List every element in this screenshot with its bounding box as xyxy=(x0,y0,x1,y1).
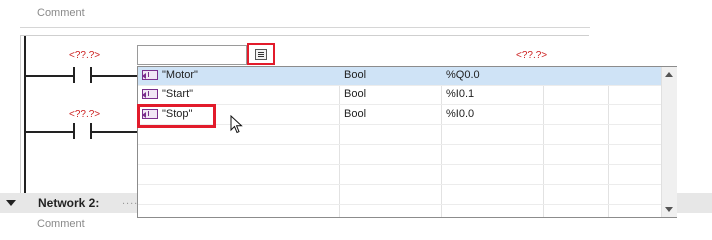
tag-row-start[interactable]: "Start" Bool %I0.1 xyxy=(138,86,662,104)
network1-comment[interactable]: Comment xyxy=(37,7,85,19)
contact1-address[interactable]: <??.?> xyxy=(69,50,100,61)
tag-list-button[interactable] xyxy=(247,43,275,65)
tag-icon xyxy=(142,70,158,80)
tag-type: Bool xyxy=(344,108,367,120)
comment-divider xyxy=(20,27,590,28)
operand-input[interactable] xyxy=(137,45,247,65)
row-divider xyxy=(138,164,662,165)
row-divider xyxy=(138,124,662,125)
tag-dropdown-list[interactable]: "Motor" Bool %Q0.0 "Start" Bool %I0.1 "S… xyxy=(137,66,677,218)
contact2-left-bar[interactable] xyxy=(73,123,75,139)
rung1-wire-right xyxy=(92,75,138,77)
coil-address[interactable]: <??.?> xyxy=(516,50,547,61)
row-divider xyxy=(138,184,662,185)
row-divider xyxy=(138,204,662,205)
tag-address: %Q0.0 xyxy=(446,69,480,81)
tag-type: Bool xyxy=(344,88,367,100)
network2-title: Network 2: xyxy=(38,196,100,210)
tag-address: %I0.0 xyxy=(446,108,475,120)
rung2-wire xyxy=(25,131,73,133)
vertical-scrollbar[interactable] xyxy=(661,67,677,217)
contact1-left-bar[interactable] xyxy=(73,67,75,83)
tag-name: "Motor" xyxy=(162,69,198,81)
contact2-address[interactable]: <??.?> xyxy=(69,109,100,120)
stop-tag-highlight xyxy=(137,104,216,128)
collapse-triangle-icon[interactable] xyxy=(6,200,16,206)
tag-row-motor[interactable]: "Motor" Bool %Q0.0 xyxy=(138,67,662,85)
scroll-up-icon[interactable] xyxy=(665,72,673,77)
tag-name: "Start" xyxy=(162,88,194,100)
mouse-cursor-icon xyxy=(230,115,243,134)
tag-type: Bool xyxy=(344,69,367,81)
row-divider xyxy=(138,104,662,105)
rung1-wire xyxy=(25,75,73,77)
scroll-down-icon[interactable] xyxy=(665,207,673,212)
tag-row-stop[interactable]: "Stop" Bool %I0.0 xyxy=(138,106,662,124)
tag-address: %I0.1 xyxy=(446,88,475,100)
tag-icon xyxy=(142,89,158,99)
list-icon xyxy=(255,49,267,60)
left-power-rail xyxy=(24,36,26,194)
row-divider xyxy=(138,144,662,145)
network2-comment[interactable]: Comment xyxy=(37,218,85,230)
rung2-wire-right xyxy=(92,131,138,133)
